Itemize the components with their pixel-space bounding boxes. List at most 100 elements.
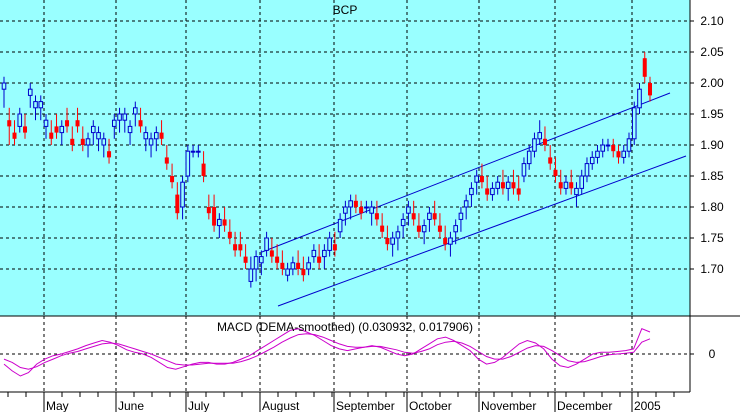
candle-body-down xyxy=(175,194,180,214)
candle-body-up xyxy=(406,206,411,214)
candle-body-down xyxy=(385,238,390,245)
candle-body-up xyxy=(190,150,196,153)
candle-body-up xyxy=(217,218,222,227)
candle-body-up xyxy=(584,163,590,177)
candle-body-up xyxy=(495,181,500,189)
candle-body-up xyxy=(563,181,569,189)
candle-body-down xyxy=(222,219,227,226)
candle-body-down xyxy=(416,225,421,232)
candle-body-up xyxy=(574,187,579,196)
candle-body-up xyxy=(322,249,327,258)
candle-body-down xyxy=(500,182,505,189)
candle-body-up xyxy=(600,144,606,152)
candle-body-up xyxy=(474,175,479,183)
candle-body-down xyxy=(7,120,12,127)
chart: 2.10 2.05 2.00 1.95 1.90 1.85 1.80 1.75 1.70 0 M… xyxy=(0,0,740,412)
candle-body-up xyxy=(490,187,495,196)
candle-body-down xyxy=(616,151,621,158)
candle-body-up xyxy=(337,218,343,233)
candle-body-up xyxy=(96,132,101,140)
candle-body-up xyxy=(343,206,348,214)
price-y-tick-label: 1.85 xyxy=(700,169,724,183)
candle-body-down xyxy=(411,213,416,220)
candle-body-up xyxy=(127,125,133,134)
candle-body-up xyxy=(448,237,453,245)
candle-body-up xyxy=(589,156,595,165)
candle-body-down xyxy=(443,238,448,245)
candle-body-up xyxy=(311,249,317,258)
candle-body-down xyxy=(227,231,232,238)
candle-body-down xyxy=(359,207,364,214)
x-tick-label: September xyxy=(336,399,395,412)
candle-body-down xyxy=(569,182,574,189)
price-y-tick-label: 2.00 xyxy=(700,76,724,90)
candle-body-up xyxy=(505,181,511,189)
candle-body-up xyxy=(327,237,332,251)
candle-body-down xyxy=(65,120,70,127)
macd-y-tick-label: 0 xyxy=(709,347,716,361)
candle-body-up xyxy=(148,138,154,146)
price-y-tick-label: 1.95 xyxy=(700,107,724,121)
candle-body-up xyxy=(427,212,432,220)
candle-body-down xyxy=(212,207,217,226)
candle-body-up xyxy=(453,225,458,233)
candle-body-up xyxy=(1,82,7,90)
candle-body-down xyxy=(170,176,175,183)
candle-body-down xyxy=(353,200,358,207)
candle-body-up xyxy=(421,225,427,233)
candle-body-down xyxy=(107,151,112,158)
price-y-tick-label: 1.70 xyxy=(700,262,724,276)
candle-body-up xyxy=(85,138,91,146)
candle-body-up xyxy=(306,262,311,270)
candle-body-up xyxy=(463,200,469,208)
candle-body-up xyxy=(537,132,543,140)
price-y-tick-label: 1.90 xyxy=(700,138,724,152)
candle-body-up xyxy=(117,113,122,121)
candle-body-up xyxy=(348,200,353,208)
candle-body-up xyxy=(458,212,464,220)
candle-body-down xyxy=(243,256,248,263)
candle-body-up xyxy=(133,107,138,115)
candle-body-up xyxy=(364,206,369,209)
candle-body-down xyxy=(159,132,164,139)
candle-body-down xyxy=(374,213,379,220)
candle-body-up xyxy=(27,88,33,96)
x-tick-label: November xyxy=(481,399,536,412)
candle-body-down xyxy=(54,126,59,133)
candle-body-down xyxy=(280,262,285,269)
candle-body-up xyxy=(637,88,642,109)
candle-body-up xyxy=(631,107,637,140)
candle-body-down xyxy=(432,213,437,220)
candle-body-up xyxy=(400,218,406,227)
candle-body-down xyxy=(269,250,274,257)
candle-body-down xyxy=(301,269,306,276)
candle-body-up xyxy=(264,237,269,251)
candle-body-up xyxy=(111,119,117,127)
candle-body-down xyxy=(642,58,647,77)
candle-body-down xyxy=(558,182,563,189)
candle-body-up xyxy=(38,101,44,109)
candle-body-up xyxy=(595,150,600,158)
price-y-tick-label: 1.80 xyxy=(700,200,724,214)
candle-body-down xyxy=(275,256,280,263)
candle-body-down xyxy=(49,132,54,139)
candle-body-up xyxy=(253,256,259,270)
price-y-tick-label: 2.05 xyxy=(700,45,724,59)
candle-body-up xyxy=(33,101,38,109)
candle-body-up xyxy=(290,262,296,270)
candle-body-down xyxy=(296,262,301,269)
candle-body-up xyxy=(579,175,585,189)
candle-body-up xyxy=(248,268,254,282)
candle-body-up xyxy=(526,150,532,165)
candle-body-up xyxy=(605,144,611,147)
candle-body-up xyxy=(59,125,65,134)
price-y-tick-label: 1.75 xyxy=(700,231,724,245)
candle-body-down xyxy=(511,182,516,189)
candle-body-up xyxy=(154,132,159,140)
candle-body-up xyxy=(143,132,149,140)
candle-body-down xyxy=(23,126,28,133)
x-tick-label: August xyxy=(262,399,300,412)
candle-body-down xyxy=(485,188,490,195)
candle-body-up xyxy=(621,150,627,158)
x-tick-label: October xyxy=(409,399,452,412)
